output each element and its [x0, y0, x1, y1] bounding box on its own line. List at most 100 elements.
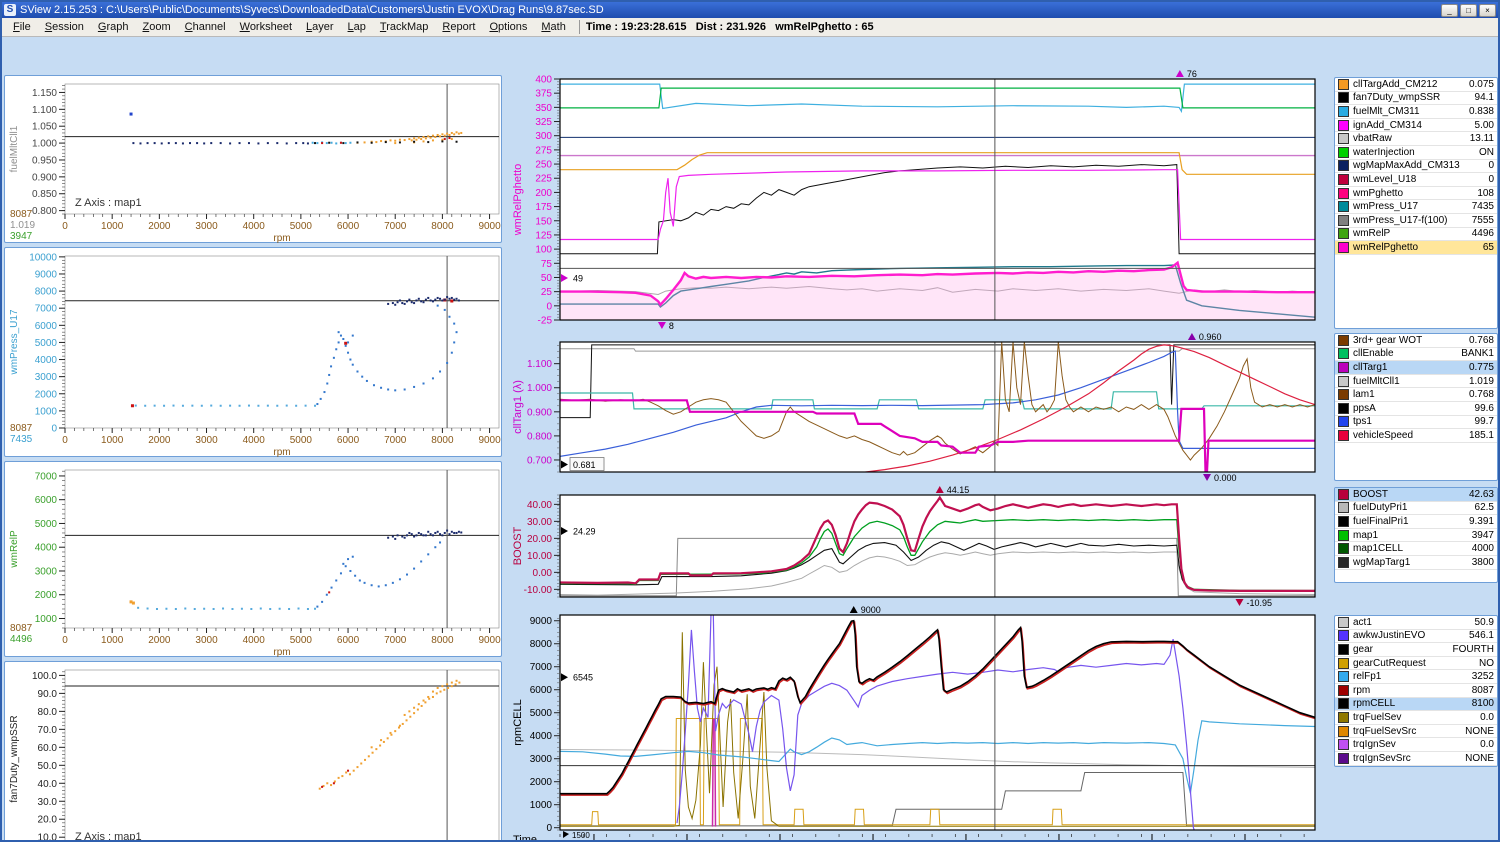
svg-text:6000: 6000 — [35, 495, 58, 506]
channel-row-gear[interactable]: gearFOURTH — [1335, 643, 1497, 657]
time-plot-rpmCELL[interactable]: 9000800070006000500040003000200010000rpm… — [507, 607, 1333, 834]
svg-text:3000: 3000 — [195, 221, 218, 232]
menu-item-worksheet[interactable]: Worksheet — [233, 19, 299, 35]
svg-text:3000: 3000 — [195, 435, 218, 446]
channel-row-fuelMltCll1[interactable]: fuelMltCll11.019 — [1335, 375, 1497, 389]
scatter-plot-wmPress_U17[interactable]: 1000090008000700060005000400030002000100… — [4, 247, 502, 457]
channel-row-trqFuelSev[interactable]: trqFuelSev0.0 — [1335, 711, 1497, 725]
svg-text:0.800: 0.800 — [32, 206, 57, 217]
channel-row-wmPress_U17-f(100)[interactable]: wmPress_U17-f(100)7555 — [1335, 214, 1497, 228]
menu-item-math[interactable]: Math — [534, 19, 572, 35]
channel-row-wmPress_U17[interactable]: wmPress_U177435 — [1335, 200, 1497, 214]
menu-item-session[interactable]: Session — [38, 19, 91, 35]
time-plot-cllTarg1 (λ)[interactable]: 1.1001.0000.9000.8000.700cllTarg1 (λ)0.9… — [507, 330, 1333, 485]
channel-row-fan7Duty_wmpSSR[interactable]: fan7Duty_wmpSSR94.1 — [1335, 92, 1497, 106]
channel-row-wmLevel_U18[interactable]: wmLevel_U180 — [1335, 173, 1497, 187]
svg-text:0.900: 0.900 — [527, 407, 552, 418]
channel-row-wmPghetto[interactable]: wmPghetto108 — [1335, 187, 1497, 201]
scatter-plot-fuelMltCll1[interactable]: 1.1501.1001.0501.0000.9500.9000.8500.800… — [4, 75, 502, 243]
channel-row-trqIgnSevSrc[interactable]: trqIgnSevSrcNONE — [1335, 752, 1497, 766]
channel-row-ignAdd_CM314[interactable]: ignAdd_CM3145.00 — [1335, 119, 1497, 133]
svg-text:5000: 5000 — [35, 338, 58, 349]
channel-row-rpm[interactable]: rpm8087 — [1335, 684, 1497, 698]
channel-row-cllTarg1[interactable]: cllTarg10.775 — [1335, 361, 1497, 375]
channel-name: wmLevel_U18 — [1353, 174, 1488, 185]
svg-text:1000: 1000 — [101, 435, 124, 446]
time-plot-BOOST[interactable]: 40.0030.0020.0010.000.00-10.00BOOST44.15… — [507, 485, 1333, 607]
menu-item-layer[interactable]: Layer — [299, 19, 341, 35]
cursor-status: Time : 19:23:28.615 Dist : 231.926 wmRel… — [586, 21, 874, 33]
menu-item-file[interactable]: File — [6, 19, 38, 35]
channel-row-lam1[interactable]: lam10.768 — [1335, 388, 1497, 402]
channel-row-fuelFinalPri1[interactable]: fuelFinalPri19.391 — [1335, 515, 1497, 529]
channel-row-cllEnable[interactable]: cllEnableBANK1 — [1335, 348, 1497, 362]
svg-text:150: 150 — [535, 216, 552, 227]
channel-row-wgMapTarg1[interactable]: wgMapTarg13800 — [1335, 556, 1497, 570]
menu-item-graph[interactable]: Graph — [91, 19, 136, 35]
time-plot-wmRelPghetto[interactable]: 4003753503253002752502252001751501251007… — [507, 70, 1333, 330]
channel-row-awkwJustinEVO[interactable]: awkwJustinEVO546.1 — [1335, 630, 1497, 644]
channel-row-fuelMlt_CM311[interactable]: fuelMlt_CM3110.838 — [1335, 105, 1497, 119]
menu-item-trackmap[interactable]: TrackMap — [373, 19, 436, 35]
svg-text:5000: 5000 — [290, 435, 313, 446]
channel-row-fuelDutyPri1[interactable]: fuelDutyPri162.5 — [1335, 502, 1497, 516]
channel-color-swatch — [1338, 403, 1349, 414]
scatter-plot-wmRelP[interactable]: 7000600050004000300020001000010002000300… — [4, 461, 502, 657]
svg-text:175: 175 — [535, 202, 552, 213]
time-axis: Time(s) 19:23:20.00019:23:22.00019:23:24… — [507, 834, 1333, 842]
channel-name: gearCutRequest — [1353, 658, 1479, 669]
channel-row-cllTargAdd_CM212[interactable]: cllTargAdd_CM2120.075 — [1335, 78, 1497, 92]
minimize-button[interactable]: _ — [1441, 4, 1458, 17]
channel-row-vbatRaw[interactable]: vbatRaw13.11 — [1335, 132, 1497, 146]
channel-row-waterInjection[interactable]: waterInjectionON — [1335, 146, 1497, 160]
channel-row-map1[interactable]: map13947 — [1335, 529, 1497, 543]
svg-text:5000: 5000 — [530, 708, 553, 719]
channel-name: trqIgnSevSrc — [1353, 753, 1465, 764]
svg-text:6000: 6000 — [337, 635, 360, 646]
channel-row-wgMapMaxAdd_CM313[interactable]: wgMapMaxAdd_CM3130 — [1335, 160, 1497, 174]
channel-row-rpmCELL[interactable]: rpmCELL8100 — [1335, 698, 1497, 712]
menu-item-channel[interactable]: Channel — [178, 19, 233, 35]
svg-text:1000: 1000 — [35, 614, 58, 625]
channel-row-act1[interactable]: act150.9 — [1335, 616, 1497, 630]
channel-row-tps1[interactable]: tps199.7 — [1335, 416, 1497, 430]
menu-item-options[interactable]: Options — [482, 19, 534, 35]
channel-name: wgMapTarg1 — [1353, 557, 1472, 568]
svg-text:4000: 4000 — [530, 731, 553, 742]
channel-value: 99.7 — [1475, 416, 1494, 427]
channel-color-swatch — [1338, 516, 1349, 527]
channel-name: fuelMltCll1 — [1353, 376, 1469, 387]
svg-text:0.700: 0.700 — [527, 455, 552, 466]
channel-row-relFp1[interactable]: relFp13252 — [1335, 670, 1497, 684]
channel-row-map1CELL[interactable]: map1CELL4000 — [1335, 542, 1497, 556]
scatter-plot-fan7Duty_wmpSSR[interactable]: 100.090.080.070.060.050.040.030.020.010.… — [4, 661, 502, 842]
channel-value: 0.768 — [1469, 335, 1494, 346]
svg-text:2000: 2000 — [530, 777, 553, 788]
close-button[interactable]: × — [1479, 4, 1496, 17]
channel-row-wmRelPghetto[interactable]: wmRelPghetto65 — [1335, 241, 1497, 255]
menu-item-zoom[interactable]: Zoom — [135, 19, 177, 35]
channel-row-3rd+ gear WOT[interactable]: 3rd+ gear WOT0.768 — [1335, 334, 1497, 348]
sview-window: S SView 2.15.253 : C:\Users\Public\Docum… — [0, 0, 1500, 842]
channel-row-ppsA[interactable]: ppsA99.6 — [1335, 402, 1497, 416]
svg-text:0: 0 — [62, 221, 68, 232]
svg-text:1.050: 1.050 — [32, 122, 57, 133]
svg-text:9000: 9000 — [35, 269, 58, 280]
channel-row-BOOST[interactable]: BOOST42.63 — [1335, 488, 1497, 502]
channel-value: 3252 — [1472, 671, 1494, 682]
maximize-button[interactable]: □ — [1460, 4, 1477, 17]
svg-text:7000: 7000 — [35, 304, 58, 315]
channel-row-vehicleSpeed[interactable]: vehicleSpeed185.1 — [1335, 429, 1497, 443]
time-axis-label: Time(s) — [513, 834, 537, 842]
channel-row-wmRelP[interactable]: wmRelP4496 — [1335, 228, 1497, 242]
channel-value: 4000 — [1472, 543, 1494, 554]
channel-row-trqFuelSevSrc[interactable]: trqFuelSevSrcNONE — [1335, 725, 1497, 739]
svg-text:20.00: 20.00 — [527, 534, 552, 545]
svg-text:100: 100 — [535, 245, 552, 256]
menu-item-report[interactable]: Report — [435, 19, 482, 35]
channel-name: rpm — [1353, 685, 1472, 696]
menu-item-lap[interactable]: Lap — [341, 19, 373, 35]
channel-row-trqIgnSev[interactable]: trqIgnSev0.0 — [1335, 738, 1497, 752]
channel-value: 9.391 — [1469, 516, 1494, 527]
channel-row-gearCutRequest[interactable]: gearCutRequestNO — [1335, 657, 1497, 671]
